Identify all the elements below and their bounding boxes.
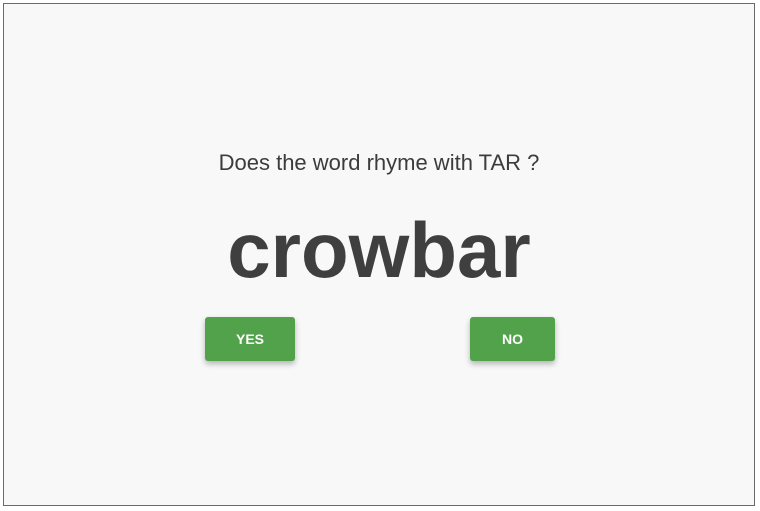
quiz-panel: Does the word rhyme with TAR ? crowbar Y…: [3, 3, 755, 506]
rhyme-question: Does the word rhyme with TAR ?: [218, 150, 540, 175]
target-word: crowbar: [227, 206, 531, 294]
yes-button[interactable]: YES: [205, 317, 295, 361]
no-button[interactable]: NO: [470, 317, 555, 361]
